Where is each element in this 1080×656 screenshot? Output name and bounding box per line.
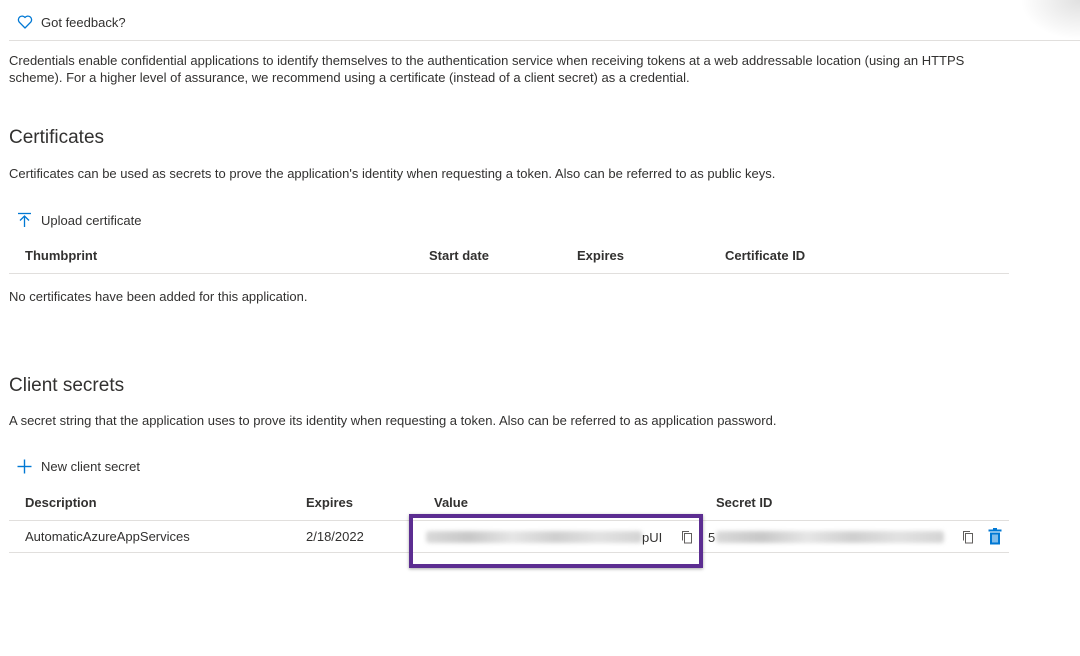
new-client-secret-button[interactable]: New client secret (17, 459, 140, 474)
copy-icon[interactable] (962, 530, 974, 544)
upload-certificate-button[interactable]: Upload certificate (17, 212, 141, 228)
col-secret-id[interactable]: Secret ID (716, 495, 772, 510)
feedback-label: Got feedback? (41, 14, 126, 30)
col-certificate-id[interactable]: Certificate ID (725, 248, 805, 263)
client-secrets-heading: Client secrets (9, 375, 125, 396)
add-icon (17, 459, 32, 474)
upload-certificate-label: Upload certificate (41, 212, 142, 228)
col-start-date[interactable]: Start date (429, 248, 489, 263)
delete-icon[interactable] (988, 528, 1002, 545)
certificates-header-divider (9, 273, 1009, 274)
new-client-secret-label: New client secret (41, 459, 140, 474)
secret-id-redacted (716, 531, 944, 543)
credentials-intro: Credentials enable confidential applicat… (9, 53, 965, 85)
certificates-description: Certificates can be used as secrets to p… (9, 166, 776, 181)
col-description[interactable]: Description (25, 495, 97, 510)
top-divider (9, 40, 1080, 41)
certificates-empty-message: No certificates have been added for this… (9, 289, 308, 304)
feedback-button[interactable]: Got feedback? (17, 14, 126, 30)
client-secrets-description: A secret string that the application use… (9, 413, 777, 428)
col-secret-expires[interactable]: Expires (306, 495, 353, 510)
value-highlight-box (409, 514, 703, 568)
upload-icon (18, 212, 31, 227)
heart-icon (17, 15, 33, 29)
secret-description: AutomaticAzureAppServices (25, 529, 190, 544)
col-value[interactable]: Value (434, 495, 468, 510)
col-thumbprint[interactable]: Thumbprint (25, 248, 97, 263)
secret-expires: 2/18/2022 (306, 529, 364, 544)
window-shadow (1020, 0, 1080, 40)
secret-id-prefix: 5 (708, 530, 716, 545)
col-expires[interactable]: Expires (577, 248, 624, 263)
certificates-heading: Certificates (9, 127, 105, 148)
